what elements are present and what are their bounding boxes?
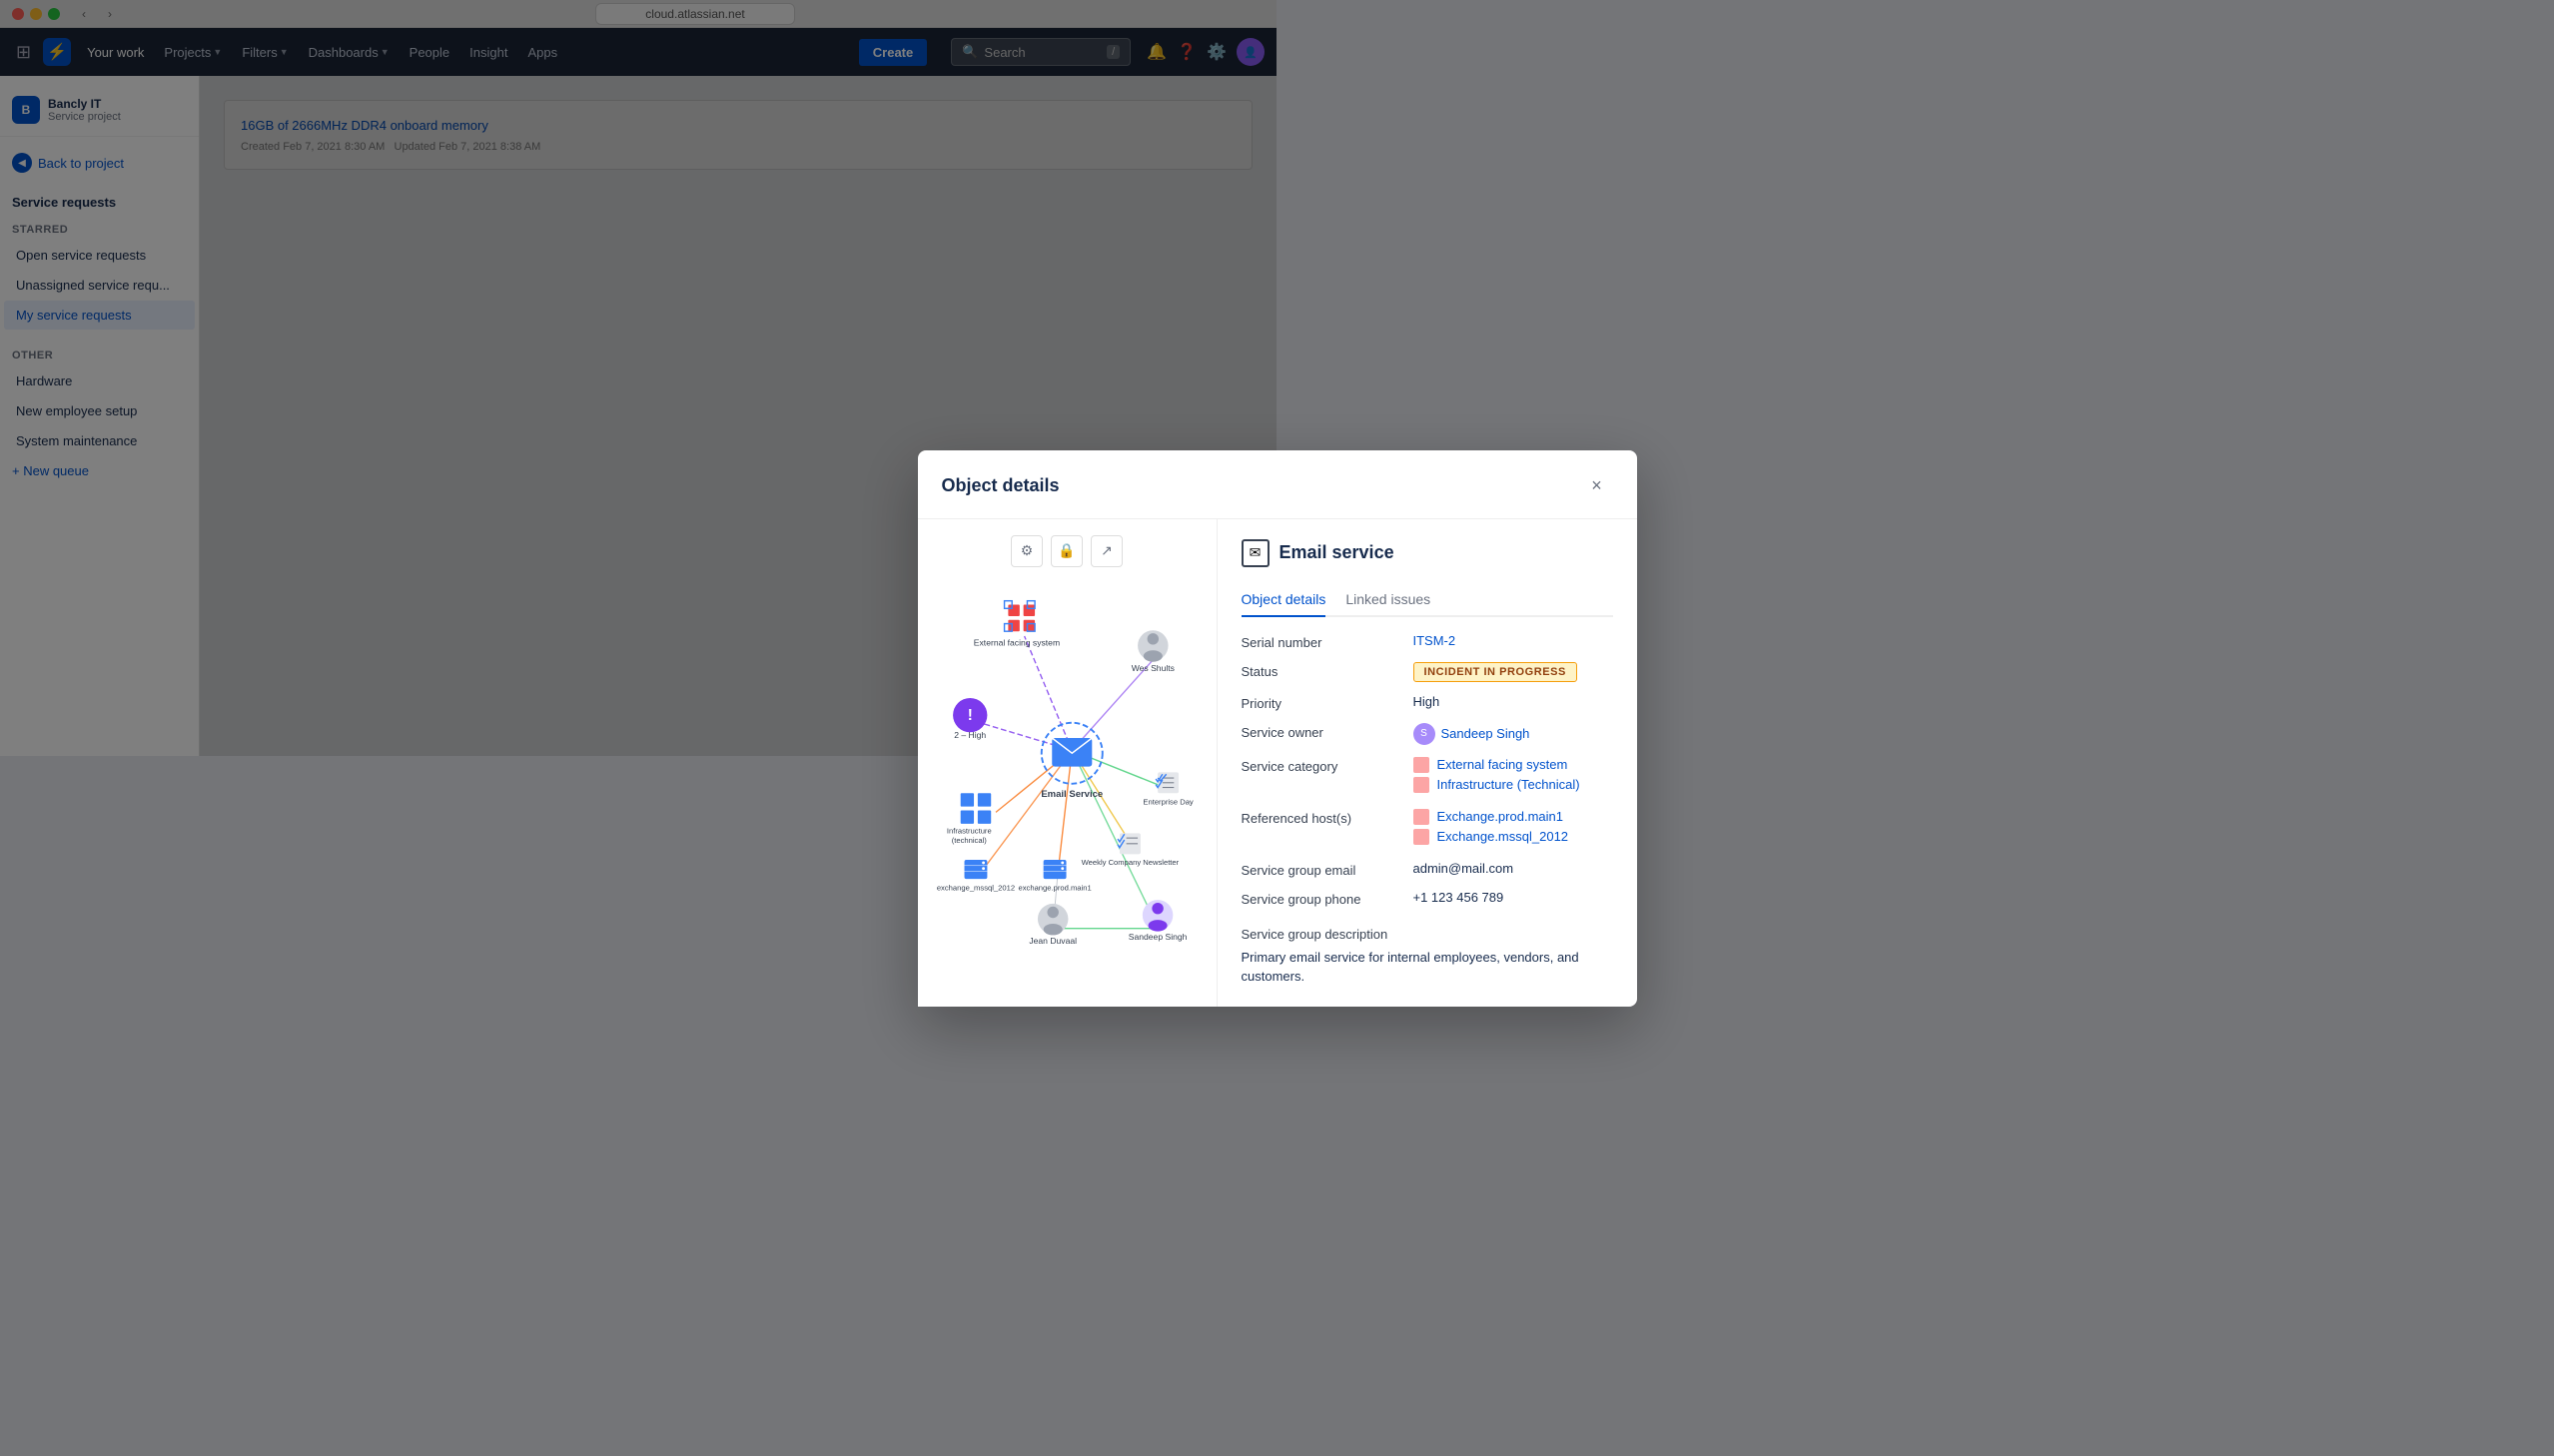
category-item-1: External facing system	[1413, 757, 1613, 773]
field-service-category: Service category External facing system …	[1242, 757, 1613, 797]
details-panel: ✉ Email service Object details Linked is…	[1218, 519, 1637, 1007]
lock-tool-button[interactable]: 🔒	[1051, 535, 1083, 567]
host-icon-2	[1413, 829, 1429, 845]
svg-text:2 – High: 2 – High	[954, 729, 986, 739]
status-label: Status	[1242, 662, 1401, 679]
modal-body: ⚙ 🔒 ↗	[918, 519, 1637, 1007]
modal-title: Object details	[942, 475, 1060, 496]
svg-text:exchange.prod.main1: exchange.prod.main1	[1018, 883, 1091, 892]
category-icon-1	[1413, 757, 1429, 773]
category-value-1[interactable]: External facing system	[1437, 757, 1568, 772]
tab-object-details[interactable]: Object details	[1242, 583, 1326, 617]
field-group-phone: Service group phone +1 123 456 789	[1242, 890, 1613, 907]
svg-text:Weekly Company Newsletter: Weekly Company Newsletter	[1081, 857, 1179, 866]
tab-linked-issues[interactable]: Linked issues	[1345, 583, 1430, 617]
graph-toolbar: ⚙ 🔒 ↗	[934, 535, 1201, 567]
host-value-2[interactable]: Exchange.mssql_2012	[1437, 829, 1569, 844]
graph-svg: External facing system Wes Shults ! 2 – …	[934, 579, 1201, 979]
field-group-email: Service group email admin@mail.com	[1242, 861, 1613, 878]
status-badge: INCIDENT IN PROGRESS	[1413, 662, 1577, 682]
group-email-label: Service group email	[1242, 861, 1401, 878]
svg-text:Enterprise Day: Enterprise Day	[1143, 797, 1194, 806]
group-phone-value: +1 123 456 789	[1413, 890, 1613, 905]
host-value-1[interactable]: Exchange.prod.main1	[1437, 809, 1563, 824]
svg-text:Email Service: Email Service	[1041, 789, 1103, 800]
serial-number-value[interactable]: ITSM-2	[1413, 633, 1456, 648]
field-status: Status INCIDENT IN PROGRESS	[1242, 662, 1613, 682]
svg-text:Jean Duvaal: Jean Duvaal	[1029, 935, 1077, 945]
details-fields: Serial number ITSM-2 Status INCIDENT IN …	[1242, 633, 1613, 987]
details-header: ✉ Email service	[1242, 539, 1613, 567]
svg-text:Infrastructure: Infrastructure	[946, 826, 991, 835]
service-owner-name[interactable]: Sandeep Singh	[1441, 726, 1530, 741]
host-item-1: Exchange.prod.main1	[1413, 809, 1613, 825]
svg-text:(technical): (technical)	[951, 835, 987, 844]
category-value-2[interactable]: Infrastructure (Technical)	[1437, 777, 1580, 792]
group-phone-label: Service group phone	[1242, 890, 1401, 907]
object-details-modal: Object details × ⚙ 🔒 ↗	[918, 450, 1637, 1007]
svg-text:Wes Shults: Wes Shults	[1131, 663, 1174, 673]
field-priority: Priority High	[1242, 694, 1613, 711]
settings-tool-button[interactable]: ⚙	[1011, 535, 1043, 567]
svg-text:Sandeep Singh: Sandeep Singh	[1128, 932, 1187, 942]
modal-header: Object details ×	[918, 450, 1637, 519]
graph-panel: ⚙ 🔒 ↗	[918, 519, 1218, 1007]
field-serial-number: Serial number ITSM-2	[1242, 633, 1613, 650]
priority-label: Priority	[1242, 694, 1401, 711]
svg-text:!: !	[967, 706, 972, 723]
host-icon-1	[1413, 809, 1429, 825]
category-item-2: Infrastructure (Technical)	[1413, 777, 1613, 793]
field-group-description: Service group description Primary email …	[1242, 927, 1613, 987]
group-desc-text: Primary email service for internal emplo…	[1242, 948, 1613, 987]
field-referenced-hosts: Referenced host(s) Exchange.prod.main1 E…	[1242, 809, 1613, 849]
host-item-2: Exchange.mssql_2012	[1413, 829, 1613, 845]
details-tabs: Object details Linked issues	[1242, 583, 1613, 617]
export-tool-button[interactable]: ↗	[1091, 535, 1123, 567]
service-owner-label: Service owner	[1242, 723, 1401, 740]
group-email-value: admin@mail.com	[1413, 861, 1613, 876]
referenced-hosts-label: Referenced host(s)	[1242, 809, 1401, 826]
modal-backdrop[interactable]: Object details × ⚙ 🔒 ↗	[0, 0, 2554, 1456]
svg-text:External facing system: External facing system	[973, 637, 1059, 647]
priority-value: High	[1413, 694, 1613, 709]
object-title: Email service	[1279, 542, 1394, 563]
object-icon: ✉	[1242, 539, 1270, 567]
service-category-label: Service category	[1242, 757, 1401, 774]
serial-number-label: Serial number	[1242, 633, 1401, 650]
graph-canvas: External facing system Wes Shults ! 2 – …	[934, 579, 1201, 979]
close-button[interactable]: ×	[1581, 470, 1613, 502]
owner-avatar: S	[1413, 723, 1435, 745]
category-icon-2	[1413, 777, 1429, 793]
field-service-owner: Service owner S Sandeep Singh	[1242, 723, 1613, 745]
group-desc-label: Service group description	[1242, 927, 1613, 942]
svg-text:exchange_mssql_2012: exchange_mssql_2012	[936, 883, 1014, 892]
